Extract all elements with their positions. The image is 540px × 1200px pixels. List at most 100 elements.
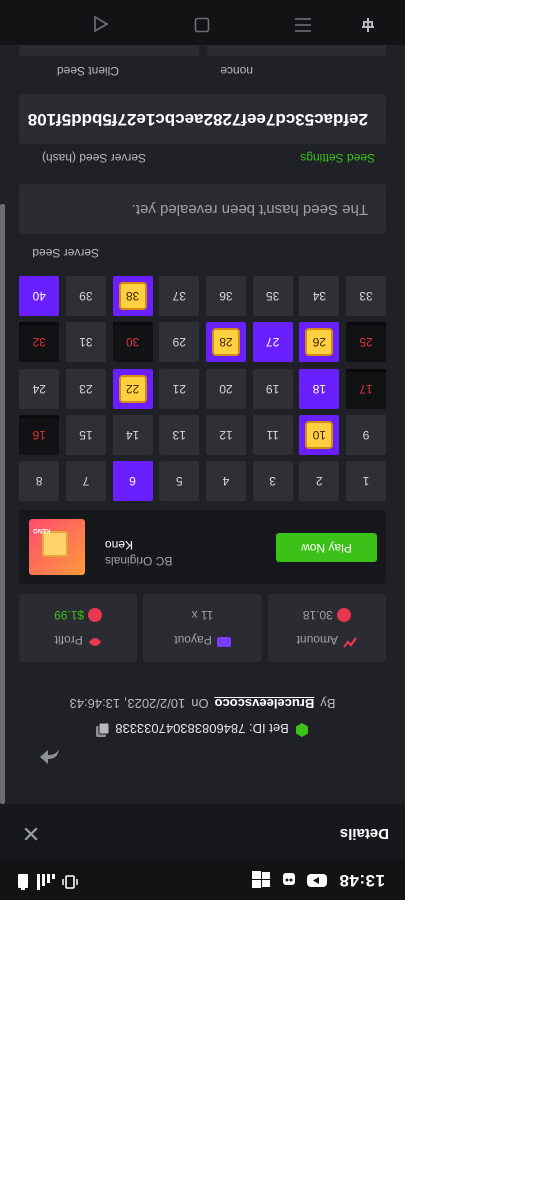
keno-cell: 32 xyxy=(19,322,60,363)
bet-author-row: By Bruceleevscoco On 10/2/2023, 13:46:43 xyxy=(0,694,405,714)
signal-icon xyxy=(34,870,56,891)
keno-cell: 5 xyxy=(159,461,200,501)
stat-amount-label: Amount xyxy=(296,633,339,648)
app-screen: 13:48 Details ✕ Bet ID: 7846083830470333… xyxy=(0,0,405,900)
vibrate-icon xyxy=(62,870,78,891)
keno-cell: 30 xyxy=(112,322,153,363)
keno-cell: 21 xyxy=(159,368,200,409)
gem-icon: 28 xyxy=(211,328,240,357)
by-label: By xyxy=(320,696,336,712)
keno-cell: 10 xyxy=(299,414,340,455)
keno-cell: 27 xyxy=(252,322,293,363)
back-icon[interactable] xyxy=(91,13,111,33)
coin-icon xyxy=(88,608,103,622)
keno-grid: 1 2 3 4 5 6 7 8 9 10 11 12 13 14 15 16 17 18 19 20 21 22 23 24 2… xyxy=(19,276,386,501)
keno-cell: 36 xyxy=(205,276,246,317)
stat-profit-value: $1.99 xyxy=(54,608,85,622)
keno-cell: 16 xyxy=(19,414,60,455)
keno-cell: 33 xyxy=(346,276,386,317)
keno-cell: 38 xyxy=(112,276,153,317)
bet-stats: Amount 30.18 Payout 11 x Profit $1.99 xyxy=(19,594,386,662)
server-seed-field: The Seed hasn't been revealed yet. xyxy=(19,184,386,234)
client-seed-label: Client Seed xyxy=(56,64,119,78)
details-title: Details xyxy=(339,825,389,842)
bet-id-text: Bet ID: 784608383047033338 xyxy=(115,721,289,737)
keno-cell: 1 xyxy=(346,461,386,501)
on-label: On xyxy=(191,696,209,712)
close-icon[interactable]: ✕ xyxy=(20,821,42,846)
keno-cell: 14 xyxy=(112,414,153,455)
keno-cell: 19 xyxy=(252,368,293,409)
keno-cell: 26 xyxy=(299,322,340,363)
share-icon[interactable] xyxy=(38,746,60,768)
bet-user-link[interactable]: Bruceleevscoco xyxy=(215,697,315,712)
keno-cell: 25 xyxy=(346,322,386,363)
home-square-icon[interactable] xyxy=(192,13,212,33)
keno-cell: 2 xyxy=(299,461,340,501)
bet-id-row: Bet ID: 784608383047033338 xyxy=(0,719,405,739)
keno-cell: 22 xyxy=(112,368,153,409)
seed-settings-link[interactable]: Seed Settings xyxy=(300,151,375,165)
keno-cell: 6 xyxy=(112,461,153,501)
bot-icon xyxy=(279,872,297,888)
keno-cell: 29 xyxy=(159,322,200,363)
keno-cell: 23 xyxy=(65,368,106,409)
server-seed-hash-label: Server Seed (hash) xyxy=(41,151,146,165)
thumb-tile xyxy=(42,531,68,557)
keno-cell: 3 xyxy=(252,461,293,501)
keno-cell: 15 xyxy=(65,414,106,455)
battery-icon xyxy=(18,870,28,891)
bet-id-icon xyxy=(295,721,309,738)
menu-icon[interactable] xyxy=(293,13,313,33)
server-seed-label: Server Seed xyxy=(32,246,99,260)
thumb-tag: KENO xyxy=(33,527,51,533)
android-nav-bar xyxy=(0,0,405,45)
game-name: Keno xyxy=(105,538,134,552)
status-right-icons xyxy=(18,870,78,891)
windows-icon xyxy=(252,871,270,888)
gem-icon: 22 xyxy=(118,374,147,403)
stat-payout: Payout 11 x xyxy=(143,594,262,662)
game-thumbnail[interactable]: KENO xyxy=(29,519,85,575)
keno-cell: 24 xyxy=(19,368,60,409)
server-seed-hash-field[interactable]: 2efdac53cd7eef7282aecbc1e27f5bdd5f108 xyxy=(19,94,386,144)
keno-cell: 28 xyxy=(205,322,246,363)
keno-cell: 18 xyxy=(299,368,340,409)
youtube-icon xyxy=(307,872,327,888)
amount-icon xyxy=(343,633,357,648)
keno-cell: 20 xyxy=(205,368,246,409)
gem-icon: 10 xyxy=(305,420,334,449)
keno-cell: 12 xyxy=(205,414,246,455)
stat-payout-label: Payout xyxy=(174,633,212,648)
keno-cell: 8 xyxy=(19,461,60,501)
status-bar: 13:48 xyxy=(0,860,405,900)
scrollbar[interactable] xyxy=(0,204,5,804)
stat-payout-value: 11 x xyxy=(191,608,214,622)
details-header: Details ✕ xyxy=(0,804,405,860)
keno-cell: 40 xyxy=(19,276,60,317)
pin-icon[interactable] xyxy=(358,13,378,33)
game-card: Play Now BC Originals Keno KENO xyxy=(19,510,386,584)
play-now-button[interactable]: Play Now xyxy=(276,533,377,562)
gem-icon: 38 xyxy=(118,282,147,311)
keno-cell: 17 xyxy=(346,368,386,409)
keno-cell: 39 xyxy=(65,276,106,317)
bet-timestamp: 10/2/2023, 13:46:43 xyxy=(69,696,186,712)
keno-cell: 37 xyxy=(159,276,200,317)
keno-cell: 9 xyxy=(346,414,386,455)
status-time: 13:48 xyxy=(339,871,385,890)
stat-profit: Profit $1.99 xyxy=(19,594,138,662)
coin-icon xyxy=(336,608,351,622)
keno-cell: 7 xyxy=(65,461,106,501)
keno-cell: 34 xyxy=(299,276,340,317)
stat-amount-value: 30.18 xyxy=(302,608,333,622)
payout-icon xyxy=(216,633,231,648)
keno-cell: 13 xyxy=(159,414,200,455)
keno-cell: 4 xyxy=(205,461,246,501)
keno-cell: 11 xyxy=(252,414,293,455)
game-provider: BC Originals xyxy=(105,554,173,568)
keno-cell: 31 xyxy=(65,322,106,363)
gem-icon: 26 xyxy=(305,328,334,357)
copy-icon[interactable] xyxy=(96,721,110,738)
nonce-label: nonce xyxy=(220,64,253,78)
